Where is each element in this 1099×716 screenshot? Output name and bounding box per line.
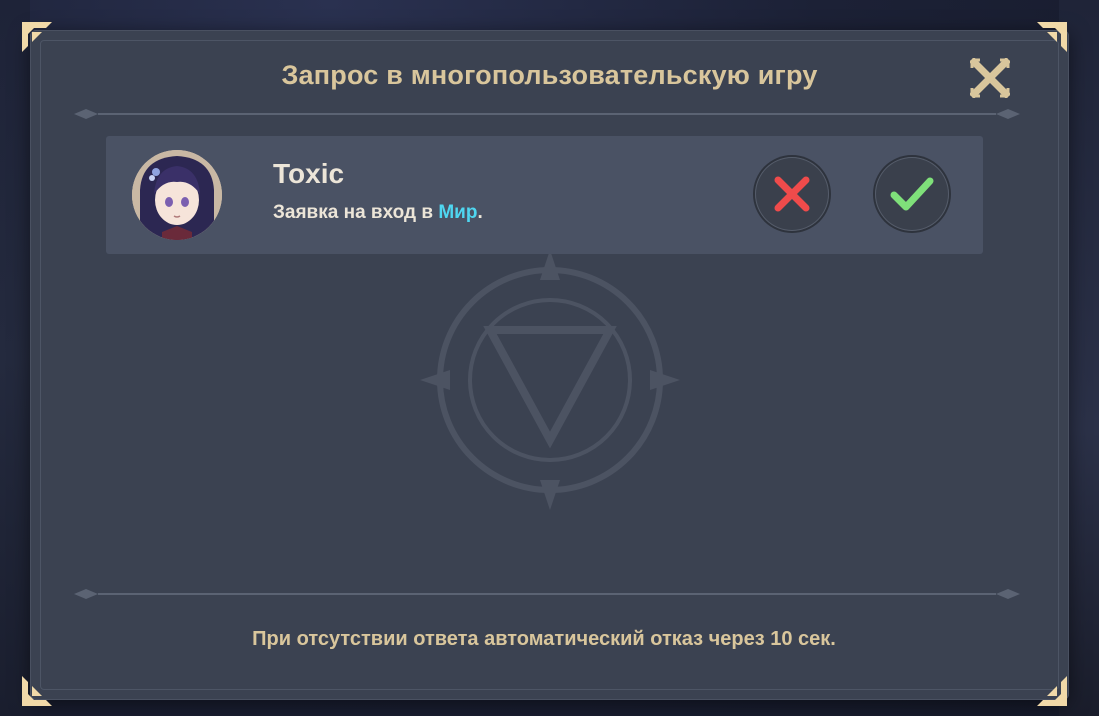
red-x-icon [774, 176, 810, 212]
corner-ornament-icon [20, 674, 54, 708]
corner-ornament-icon [20, 20, 54, 54]
footer-divider [74, 587, 1020, 601]
request-message: Заявка на вход в Мир. [273, 202, 483, 224]
title-divider [74, 107, 1020, 121]
close-x-icon [970, 58, 1010, 98]
corner-ornament-icon [1035, 20, 1069, 54]
request-message-prefix: Заявка на вход в [273, 202, 439, 223]
player-avatar [132, 150, 222, 240]
auto-decline-notice: При отсутствии ответа автоматический отк… [252, 628, 836, 650]
emblem-watermark-icon [420, 250, 680, 510]
accept-button[interactable] [875, 157, 949, 231]
green-check-icon [890, 177, 934, 211]
dialog-title: Запрос в многопользовательскую игру [281, 60, 818, 90]
background-left [0, 0, 30, 716]
decline-button[interactable] [755, 157, 829, 231]
player-name: Toxic [273, 158, 345, 189]
world-name: Мир [438, 202, 478, 223]
corner-ornament-icon [1035, 674, 1069, 708]
close-button[interactable] [968, 56, 1012, 100]
join-request-row: Toxic Заявка на вход в Мир. [106, 136, 983, 254]
request-message-suffix: . [477, 202, 483, 223]
